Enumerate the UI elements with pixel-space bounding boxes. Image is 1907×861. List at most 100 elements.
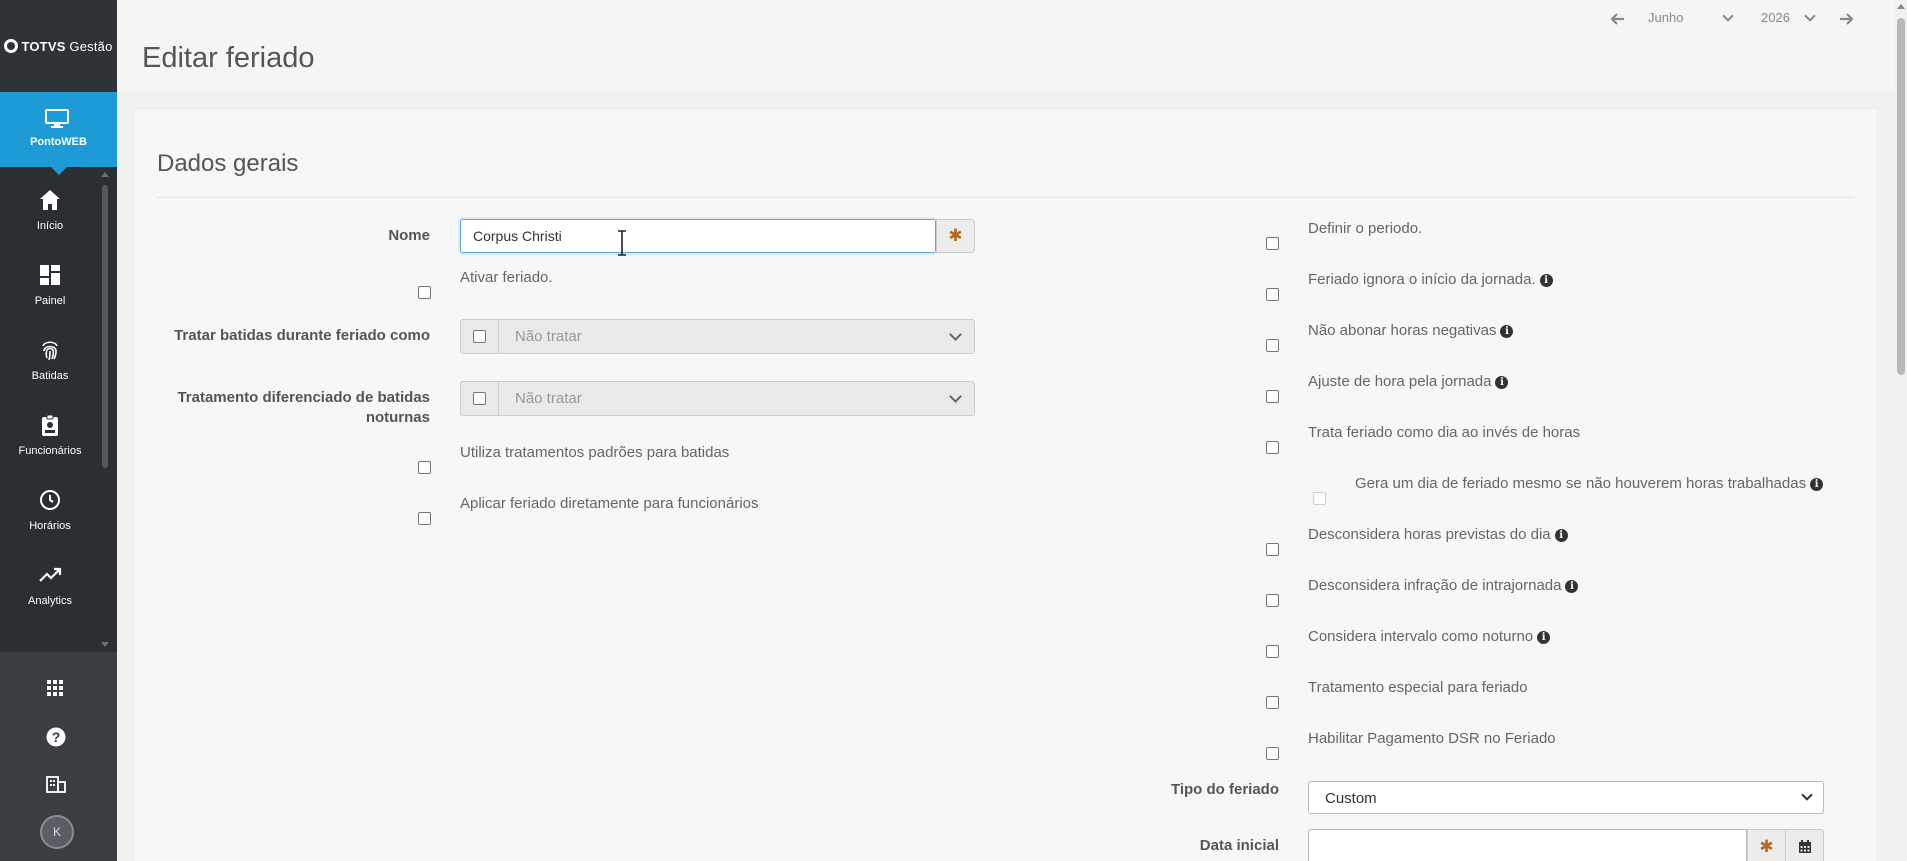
tratamento-especial-label: Tratamento especial para feriado (1308, 679, 1528, 696)
sidebar-item-label: Analytics (27, 595, 73, 607)
scroll-up-icon[interactable] (1897, 4, 1905, 9)
logo-brand: TOTVS (21, 38, 66, 54)
chevron-down-icon (949, 328, 962, 341)
page-scrollbar[interactable] (1895, 0, 1907, 861)
sidebar-scrollbar[interactable] (102, 185, 108, 468)
sidebar-item-inicio[interactable]: Início (0, 170, 100, 240)
definir-periodo-checkbox[interactable] (1266, 237, 1279, 250)
sidebar-item-label: Funcionários (18, 445, 82, 457)
sidebar-item-label: Painel (34, 295, 66, 307)
trata-como-dia-label: Trata feriado como dia ao invés de horas (1308, 424, 1581, 441)
info-icon[interactable]: i (1554, 529, 1568, 542)
tratamento-noturno-checkbox[interactable] (473, 392, 486, 405)
required-addon: ✱ (1747, 829, 1786, 861)
logo-product: Gestão (69, 38, 113, 54)
info-icon[interactable]: i (1537, 631, 1551, 644)
nao-abonar-checkbox[interactable] (1266, 339, 1279, 352)
tipo-feriado-value: Custom (1325, 790, 1377, 807)
section-title: Dados gerais (157, 150, 299, 177)
help-icon[interactable]: ? (46, 727, 66, 747)
ajuste-hora-label: Ajuste de hora pela jornada i (1308, 372, 1509, 392)
previous-period-icon[interactable] (1611, 13, 1625, 25)
gera-dia-feriado-checkbox[interactable] (1313, 492, 1326, 505)
clock-icon (40, 490, 60, 510)
trend-icon (39, 567, 62, 582)
page-title: Editar feriado (142, 42, 315, 74)
sidebar-item-painel[interactable]: Painel (0, 245, 100, 315)
svg-text:?: ? (52, 729, 61, 745)
badge-icon (42, 414, 58, 436)
info-icon[interactable]: i (1539, 274, 1553, 287)
app-logo[interactable]: TOTVS Gestão (0, 0, 117, 92)
required-addon: ✱ (936, 219, 975, 253)
sidebar-scroll-down-icon[interactable] (101, 642, 109, 647)
info-icon[interactable]: i (1495, 376, 1509, 389)
sidebar-item-label: Início (36, 220, 64, 232)
tratamento-noturno-toggle[interactable] (461, 382, 499, 415)
sidebar-item-label: Batidas (31, 370, 69, 382)
info-icon[interactable]: i (1500, 325, 1514, 338)
sidebar: TOTVS Gestão PontoWEB Início Painel Bati… (0, 0, 117, 861)
tratar-batidas-select[interactable]: Não tratar (460, 319, 975, 354)
tratamento-noturno-value: Não tratar (515, 390, 582, 407)
ajuste-hora-checkbox[interactable] (1266, 390, 1279, 403)
fingerprint-icon (42, 341, 58, 361)
tratar-batidas-label: Tratar batidas durante feriado como (174, 327, 430, 344)
tratar-batidas-checkbox[interactable] (473, 330, 486, 343)
text-cursor-icon (618, 230, 626, 256)
desconsidera-horas-checkbox[interactable] (1266, 543, 1279, 556)
ignora-inicio-jornada-checkbox[interactable] (1266, 288, 1279, 301)
month-select[interactable]: Junho (1648, 10, 1683, 25)
page-header: Editar feriado (117, 0, 1907, 92)
required-icon: ✱ (1759, 837, 1774, 856)
nao-abonar-label: Não abonar horas negativas i (1308, 321, 1514, 341)
tipo-feriado-select[interactable]: Custom (1308, 781, 1824, 814)
year-select[interactable]: 2026 (1761, 10, 1790, 25)
tratamento-noturno-label: Tratamento diferenciado de batidas notur… (177, 389, 430, 426)
section-divider (157, 197, 1854, 198)
aplicar-feriado-checkbox[interactable] (418, 512, 431, 525)
tratar-batidas-toggle[interactable] (461, 320, 499, 353)
next-period-icon[interactable] (1839, 13, 1853, 25)
ativar-feriado-label: Ativar feriado. (460, 269, 553, 286)
sidebar-item-horarios[interactable]: Horários (0, 470, 100, 540)
chevron-down-icon (949, 390, 962, 403)
definir-periodo-label: Definir o periodo. (1308, 220, 1423, 237)
pagamento-dsr-checkbox[interactable] (1266, 747, 1279, 760)
scrollbar-thumb[interactable] (1897, 18, 1905, 375)
sidebar-item-funcionarios[interactable]: Funcionários (0, 395, 100, 465)
sidebar-scroll-up-icon[interactable] (101, 172, 109, 177)
company-icon[interactable] (46, 775, 66, 793)
avatar[interactable]: K (40, 815, 74, 849)
module-label: PontoWEB (30, 136, 87, 148)
data-inicial-label: Data inicial (1199, 837, 1279, 854)
desconsidera-intrajornada-checkbox[interactable] (1266, 594, 1279, 607)
aplicar-feriado-label: Aplicar feriado diretamente para funcion… (460, 495, 759, 512)
tratamento-noturno-select[interactable]: Não tratar (460, 381, 975, 416)
totvs-logo-icon (4, 38, 19, 53)
home-icon (40, 190, 60, 210)
calendar-button[interactable] (1785, 829, 1824, 861)
pagamento-dsr-label: Habilitar Pagamento DSR no Feriado (1308, 730, 1556, 747)
apps-grid-icon[interactable] (46, 679, 64, 697)
ativar-feriado-checkbox[interactable] (418, 286, 431, 299)
required-icon: ✱ (948, 226, 963, 245)
gera-dia-feriado-label: Gera um dia de feriado mesmo se não houv… (1355, 474, 1824, 494)
nome-input[interactable] (460, 219, 936, 253)
trata-como-dia-checkbox[interactable] (1266, 441, 1279, 454)
sidebar-nav: Início Painel Batidas Funcionários Horár… (0, 170, 117, 650)
nome-label: Nome (388, 227, 430, 244)
intervalo-noturno-checkbox[interactable] (1266, 645, 1279, 658)
module-pontoweb[interactable]: PontoWEB (0, 92, 117, 175)
tratamento-especial-checkbox[interactable] (1266, 696, 1279, 709)
utiliza-tratamentos-checkbox[interactable] (418, 461, 431, 474)
data-inicial-input[interactable] (1308, 829, 1747, 861)
info-icon[interactable]: i (1565, 580, 1579, 593)
info-icon[interactable]: i (1810, 478, 1824, 491)
utiliza-tratamentos-label: Utiliza tratamentos padrões para batidas (460, 444, 730, 461)
sidebar-item-analytics[interactable]: Analytics (0, 545, 100, 615)
chevron-down-icon (1801, 789, 1813, 801)
sidebar-item-batidas[interactable]: Batidas (0, 320, 100, 390)
tratar-batidas-value: Não tratar (515, 328, 582, 345)
calendar-icon (1798, 840, 1811, 853)
